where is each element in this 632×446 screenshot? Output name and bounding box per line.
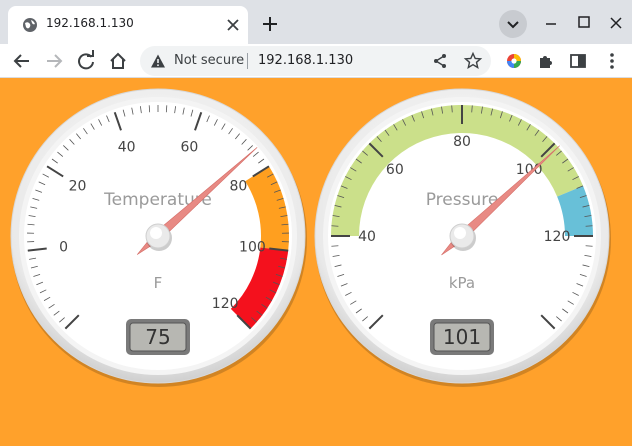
minor-tick [585, 225, 593, 227]
share-icon[interactable] [430, 51, 450, 71]
gauge-units: kPa [449, 274, 475, 292]
tick-label: 60 [180, 139, 198, 155]
close-icon[interactable] [223, 15, 243, 35]
warning-icon[interactable] [150, 53, 166, 69]
new-tab-button[interactable] [256, 10, 284, 38]
browser-toolbar: Not secure 192.168.1.130 [0, 44, 632, 78]
security-status-label[interactable]: Not secure [174, 53, 244, 68]
tick-label: 40 [358, 229, 376, 245]
home-icon[interactable] [104, 47, 132, 75]
tick-label: 80 [453, 134, 471, 150]
minimize-icon[interactable] [538, 10, 564, 36]
url-text[interactable]: 192.168.1.130 [258, 53, 353, 68]
tick-label: 80 [230, 178, 248, 194]
tick-label: 120 [544, 229, 571, 245]
forward-arrow-icon[interactable] [40, 47, 68, 75]
gauge-value-readout: 101 [443, 325, 481, 349]
needle-hub-shine [150, 227, 162, 239]
side-panel-icon[interactable] [564, 47, 592, 75]
page-content: 0 20 40 60 80 100 120 Temperature F 75 40 60 80 100 1… [0, 79, 632, 446]
gauge-value-readout: 75 [145, 325, 170, 349]
tab-strip: 192.168.1.130 [0, 0, 632, 44]
tab-title: 192.168.1.130 [46, 16, 134, 30]
needle-hub-shine [454, 227, 466, 239]
tab-search-chevron-down-icon[interactable] [499, 10, 527, 38]
kebab-menu-icon[interactable] [598, 47, 626, 75]
gauge-title: Pressure [426, 190, 499, 210]
minor-tick [331, 245, 339, 247]
maximize-icon[interactable] [571, 10, 597, 36]
tick-label: 20 [69, 178, 87, 194]
globe-icon [23, 18, 37, 32]
pressure-gauge: 40 60 80 100 120 Pressure kPa 101 [312, 79, 612, 389]
tick-label: 0 [59, 240, 68, 256]
address-bar[interactable]: Not secure 192.168.1.130 [140, 46, 491, 76]
tick-label: 120 [212, 296, 239, 312]
minor-tick [585, 245, 593, 247]
minor-tick [451, 105, 453, 113]
color-extension-icon[interactable] [500, 47, 528, 75]
divider [247, 53, 248, 69]
minor-tick [331, 225, 339, 227]
temperature-gauge: 0 20 40 60 80 100 120 Temperature F 75 [8, 79, 308, 389]
tick-label: 60 [386, 162, 404, 178]
browser-tab[interactable]: 192.168.1.130 [8, 6, 248, 44]
tick-label: 100 [239, 240, 266, 256]
back-arrow-icon[interactable] [8, 47, 36, 75]
minor-tick [471, 105, 473, 113]
window-close-icon[interactable] [603, 10, 629, 36]
bookmark-star-icon[interactable] [463, 51, 483, 71]
puzzle-extensions-icon[interactable] [532, 47, 560, 75]
tick-label: 40 [118, 139, 136, 155]
gauge-units: F [154, 274, 163, 292]
reload-icon[interactable] [72, 47, 100, 75]
